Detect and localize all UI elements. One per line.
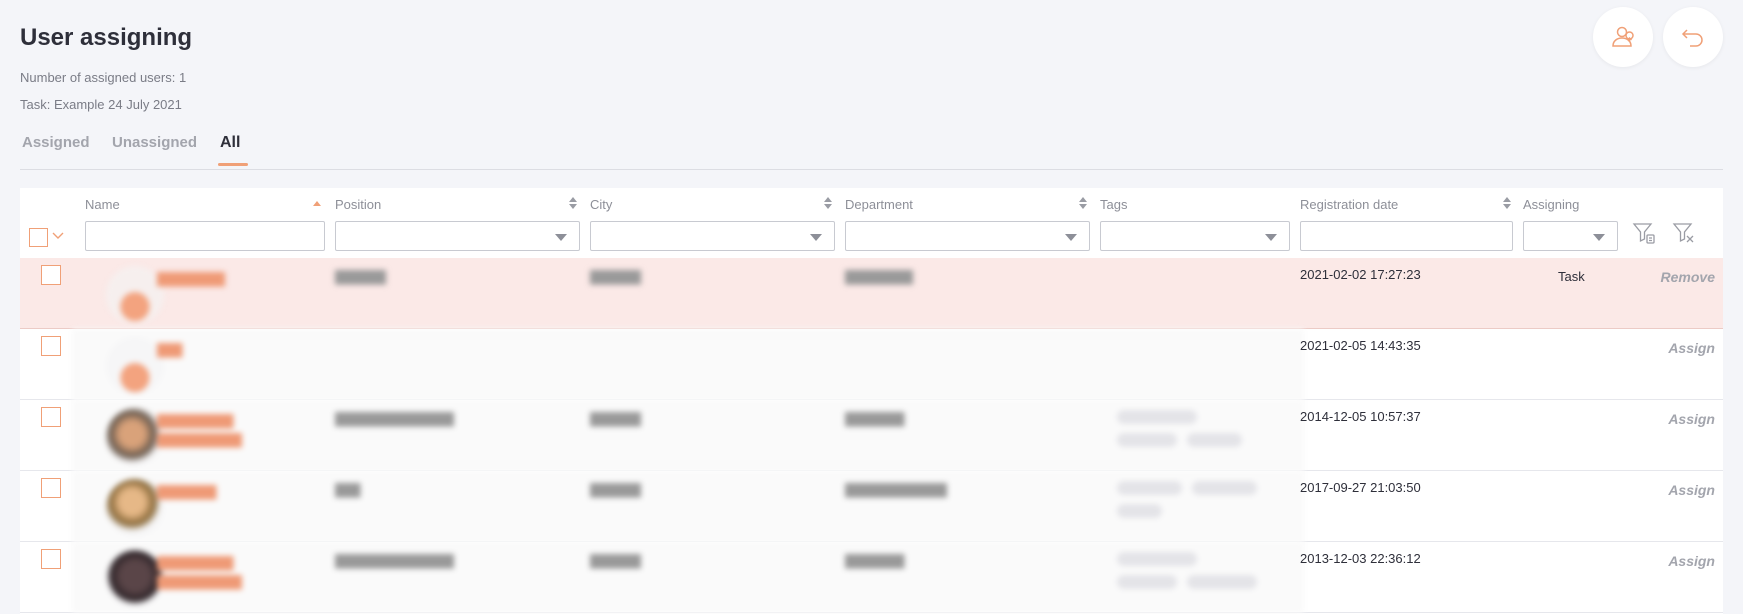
registration-date: 2013-12-03 22:36:12 (1300, 551, 1421, 566)
remove-button[interactable]: Remove (1661, 269, 1715, 285)
table-row[interactable]: ████████ ██████ ██████ ████████ 2021-02-… (20, 258, 1723, 329)
tab-all[interactable]: All (217, 134, 250, 166)
registration-date: 2017-09-27 21:03:50 (1300, 480, 1421, 495)
column-header-registration-date[interactable]: Registration date (1300, 197, 1398, 212)
assign-button[interactable]: Assign (1668, 553, 1715, 569)
caret-down-icon (810, 234, 822, 241)
column-header-tags: Tags (1100, 197, 1128, 212)
avatar (106, 479, 164, 537)
caret-down-icon (555, 234, 567, 241)
avatar (106, 408, 164, 466)
blurred-name: ███████ (157, 485, 217, 499)
blurred-user-details: █████████ ██████████ ██████████████ █████… (72, 400, 1304, 471)
back-button[interactable] (1663, 7, 1723, 67)
assigned-count: Number of assigned users: 1 (20, 70, 187, 85)
assign-users-button[interactable] (1593, 7, 1653, 67)
row-checkbox[interactable] (41, 549, 61, 569)
table-header: Name Position City Department Tags Regis… (20, 188, 1723, 258)
avatar (106, 337, 164, 395)
users-add-icon (1612, 26, 1634, 47)
column-header-city[interactable]: City (590, 197, 612, 212)
avatar (106, 266, 164, 324)
sort-icon[interactable] (1078, 196, 1088, 210)
sort-icon[interactable] (568, 196, 578, 210)
caret-down-icon (1065, 234, 1077, 241)
column-header-department[interactable]: Department (845, 197, 913, 212)
blurred-user-details: █████████ ██████████ ██████████████ █████… (72, 542, 1304, 613)
city-filter-select[interactable] (590, 221, 835, 251)
blurred-name: ████████ (157, 272, 226, 286)
task-label: Task: Example 24 July 2021 (20, 97, 182, 112)
row-checkbox[interactable] (41, 407, 61, 427)
filter-settings-icon[interactable] (1632, 221, 1656, 245)
page-title: User assigning (20, 24, 193, 51)
tags-filter-select[interactable] (1100, 221, 1290, 251)
registration-date: 2021-02-05 14:43:35 (1300, 338, 1421, 353)
table-row[interactable]: ███ 2021-02-05 14:43:35 Assign (20, 329, 1723, 400)
row-checkbox[interactable] (41, 478, 61, 498)
blurred-user-details: ███ (72, 329, 1304, 400)
chevron-down-icon[interactable] (52, 232, 64, 240)
blurred-name: █████████ ██████████ (157, 414, 243, 447)
table-row[interactable]: █████████ ██████████ ██████████████ █████… (20, 542, 1723, 613)
blurred-name: █████████ ██████████ (157, 556, 243, 589)
tab-unassigned[interactable]: Unassigned (112, 134, 197, 163)
table-row[interactable]: █████████ ██████████ ██████████████ █████… (20, 400, 1723, 471)
assign-button[interactable]: Assign (1668, 411, 1715, 427)
department-filter-select[interactable] (845, 221, 1090, 251)
clear-filter-icon[interactable] (1672, 221, 1696, 245)
blurred-name: ███ (157, 343, 183, 357)
sort-ascending-icon[interactable] (312, 196, 322, 210)
table-row[interactable]: ███████ ███ ██████ ████████████ 2017-09-… (20, 471, 1723, 542)
name-filter-input[interactable] (85, 221, 325, 251)
row-checkbox[interactable] (41, 336, 61, 356)
column-header-assigning: Assigning (1523, 197, 1580, 212)
assign-button[interactable]: Assign (1668, 340, 1715, 356)
users-table: Name Position City Department Tags Regis… (20, 188, 1723, 614)
registration-date: 2014-12-05 10:57:37 (1300, 409, 1421, 424)
caret-down-icon (1265, 234, 1277, 241)
sort-icon[interactable] (1502, 196, 1512, 210)
registration-date-filter-input[interactable] (1300, 221, 1513, 251)
undo-arrow-icon (1681, 29, 1703, 47)
registration-date: 2021-02-02 17:27:23 (1300, 267, 1421, 282)
avatar (106, 550, 164, 608)
tab-bar: Assigned Unassigned All (20, 132, 1723, 170)
blurred-user-details: ████████ ██████ ██████ ████████ (72, 258, 1304, 329)
caret-down-icon (1593, 234, 1605, 241)
position-filter-select[interactable] (335, 221, 580, 251)
row-checkbox[interactable] (41, 265, 61, 285)
tab-assigned[interactable]: Assigned (22, 134, 90, 163)
blurred-user-details: ███████ ███ ██████ ████████████ (72, 471, 1304, 542)
select-all-checkbox[interactable] (29, 228, 48, 247)
column-header-position[interactable]: Position (335, 197, 381, 212)
assigning-value: Task (1558, 269, 1585, 284)
sort-icon[interactable] (823, 196, 833, 210)
column-header-name[interactable]: Name (85, 197, 120, 212)
assign-button[interactable]: Assign (1668, 482, 1715, 498)
assigning-filter-select[interactable] (1523, 221, 1618, 251)
